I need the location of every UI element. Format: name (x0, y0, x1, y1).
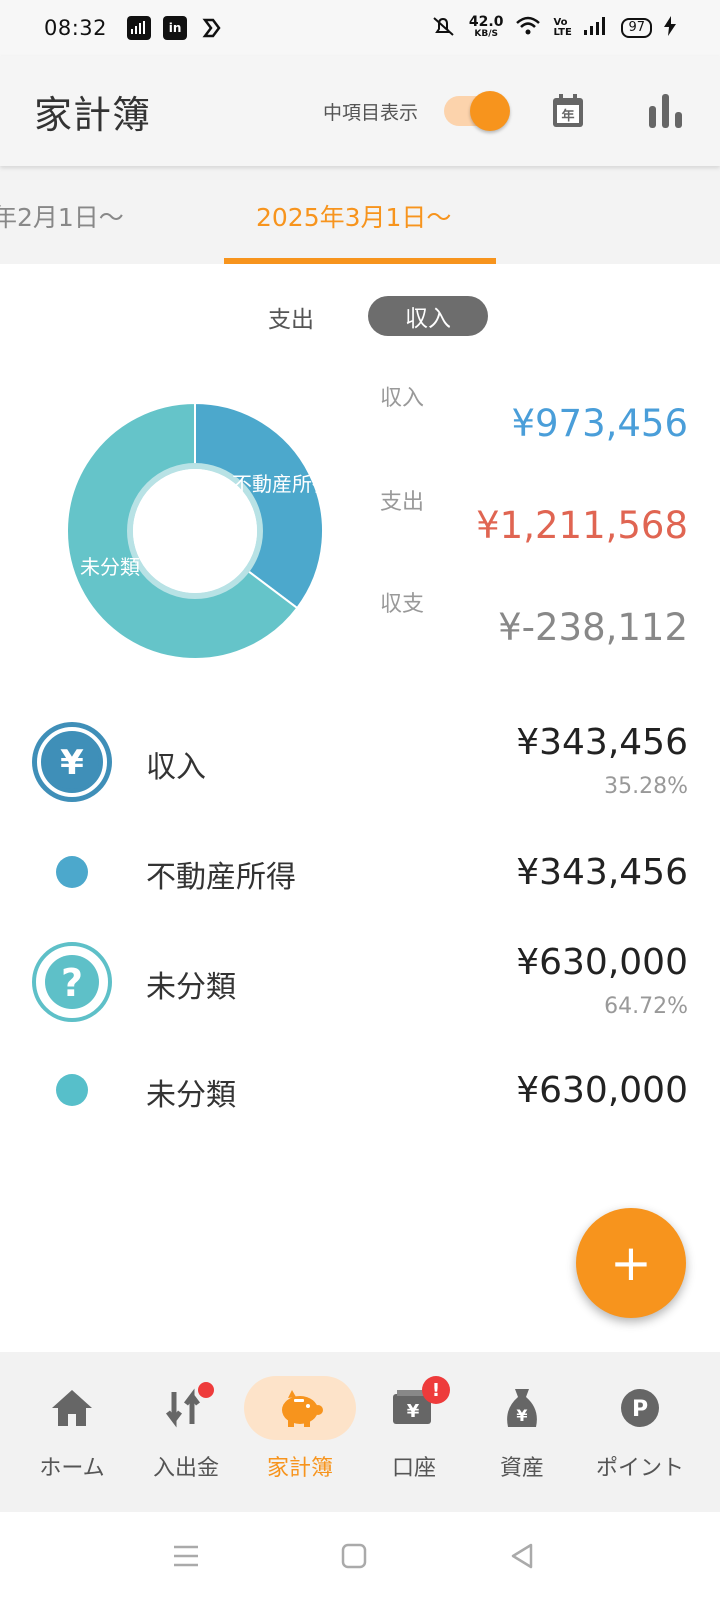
category-label: 収入 (146, 750, 206, 785)
piggy-bank-icon (282, 1390, 323, 1427)
active-tab-indicator (224, 258, 496, 264)
status-bar: 08:32 in 42.0 KB/S Vo LTE 97 (0, 0, 720, 56)
nav-label: 口座 (391, 1456, 436, 1481)
back-triangle-icon[interactable] (502, 1536, 542, 1576)
calendar-icon-text: 年 (561, 108, 574, 124)
network-speed: 42.0 KB/S (468, 14, 504, 39)
category-row-income[interactable]: ¥ 収入 ¥343,456 35.28% (0, 720, 720, 810)
toggle-label: 中項目表示 (322, 101, 418, 124)
alert-badge: ! (422, 1376, 450, 1404)
svg-text:¥: ¥ (516, 1406, 527, 1425)
bar-chart-icon[interactable] (646, 91, 686, 131)
battery-indicator: 97 (621, 18, 652, 38)
svg-text:¥: ¥ (60, 743, 84, 783)
svg-text:?: ? (61, 961, 83, 1005)
bottom-nav: ホーム 入出金 家計簿 ¥ ! 口座 ¥ 資産 P ポイント (0, 1352, 720, 1512)
subcategory-label: 未分類 (146, 1078, 236, 1113)
money-bag-icon: ¥ (507, 1389, 537, 1427)
donut-slice-label: 未分類 (80, 555, 140, 579)
svg-text:¥: ¥ (407, 1401, 420, 1422)
category-label: 未分類 (146, 970, 236, 1005)
page-title: 家計簿 (34, 92, 152, 137)
yen-icon: ¥ (32, 722, 112, 802)
tab-previous-period[interactable]: 年2月1日〜 (0, 198, 124, 234)
nav-item-transactions[interactable]: 入出金 (126, 1352, 246, 1512)
sync-app-icon (199, 16, 223, 40)
nav-label: 家計簿 (266, 1456, 333, 1481)
summary-expense-label: 支出 (380, 490, 425, 515)
category-row-uncategorized[interactable]: ? 未分類 ¥630,000 64.72% (0, 940, 720, 1030)
wifi-icon (515, 15, 541, 41)
subcategory-amount: ¥630,000 (516, 1070, 688, 1111)
nav-label: 入出金 (152, 1456, 219, 1481)
nav-label: ポイント (595, 1456, 684, 1481)
type-switch: 支出 収入 (0, 296, 720, 336)
mute-icon (431, 14, 457, 42)
summary-income-label: 収入 (380, 386, 425, 411)
income-donut-chart: 不動産所得未分類 (66, 401, 330, 660)
question-icon: ? (32, 942, 112, 1022)
summary-expense-value: ¥1,211,568 (476, 504, 688, 547)
subcategory-label: 不動産所得 (146, 860, 296, 895)
nav-item-household-budget[interactable]: 家計簿 (240, 1352, 360, 1512)
summary-balance-label: 収支 (380, 592, 425, 617)
cell-signal-icon (583, 16, 609, 40)
nav-item-home[interactable]: ホーム (12, 1352, 132, 1512)
category-percent: 64.72% (604, 994, 688, 1019)
home-square-icon[interactable] (334, 1536, 374, 1576)
nav-label: 資産 (499, 1456, 544, 1481)
nav-item-accounts[interactable]: ¥ ! 口座 (354, 1352, 474, 1512)
volte-label: Vo LTE (553, 17, 572, 38)
summary-income-value: ¥973,456 (511, 402, 688, 445)
app-header: 家計簿 中項目表示 年 (0, 56, 720, 166)
category-color-dot (56, 856, 88, 888)
category-amount: ¥630,000 (516, 942, 688, 983)
category-percent: 35.28% (604, 774, 688, 799)
category-color-dot (56, 1074, 88, 1106)
charging-icon (664, 16, 676, 40)
linkedin-icon: in (163, 16, 188, 40)
tab-current-period[interactable]: 2025年3月1日〜 (256, 198, 451, 234)
subcategory-row-real-estate[interactable]: 不動産所得 ¥343,456 (0, 846, 720, 906)
subcategory-toggle[interactable] (444, 91, 510, 131)
expense-type-button[interactable]: 支出 (268, 300, 314, 334)
category-amount: ¥343,456 (516, 722, 688, 763)
nav-item-assets[interactable]: ¥ 資産 (462, 1352, 582, 1512)
signal-app-icon (127, 16, 152, 40)
status-time: 08:32 (44, 16, 108, 40)
home-icon (52, 1390, 92, 1426)
calendar-icon[interactable]: 年 (548, 91, 588, 131)
nav-label: ホーム (39, 1456, 105, 1481)
summary-balance-value: ¥-238,112 (498, 606, 688, 649)
toggle-knob[interactable] (470, 91, 510, 131)
svg-text:P: P (632, 1397, 648, 1422)
income-type-button[interactable]: 収入 (368, 296, 488, 336)
period-tabs: 年2月1日〜 2025年3月1日〜 (0, 166, 720, 264)
subcategory-row-uncategorized[interactable]: 未分類 ¥630,000 (0, 1064, 720, 1124)
point-icon: P (621, 1389, 659, 1427)
menu-icon[interactable] (166, 1536, 206, 1576)
nav-item-points[interactable]: P ポイント (576, 1352, 704, 1512)
add-entry-button[interactable]: + (576, 1208, 686, 1318)
subcategory-amount: ¥343,456 (516, 852, 688, 893)
donut-slice-label: 不動産所得 (232, 472, 330, 496)
notification-dot (198, 1382, 214, 1398)
system-nav-bar (0, 1512, 720, 1600)
